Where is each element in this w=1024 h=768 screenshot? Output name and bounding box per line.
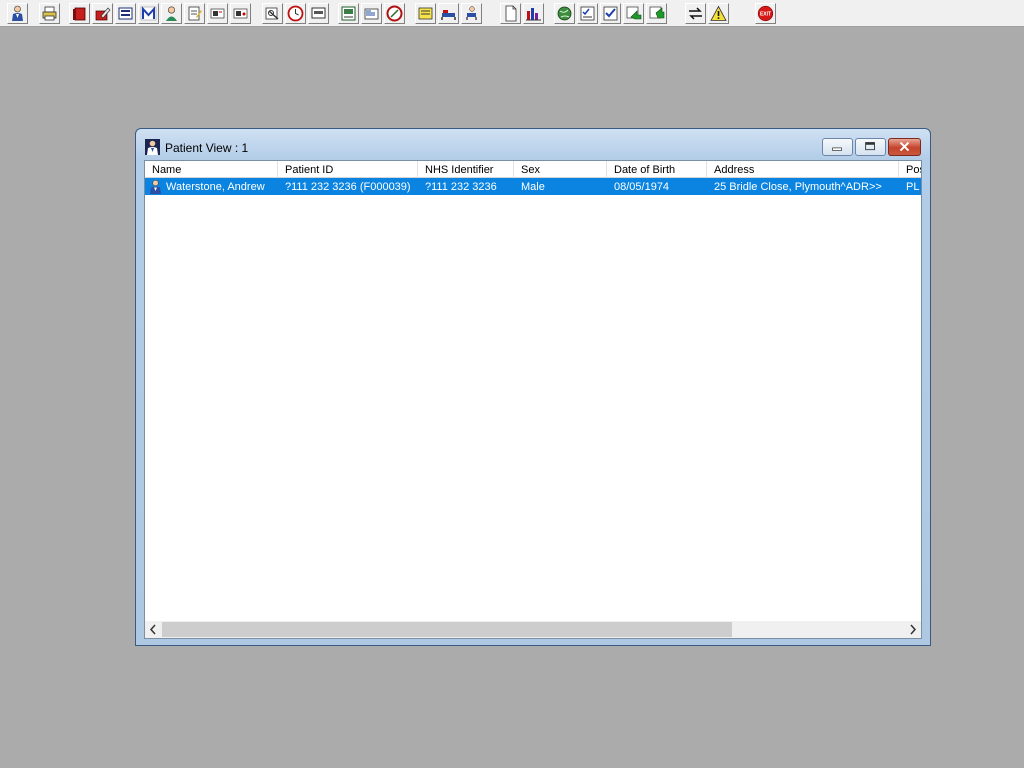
chair-icon[interactable]	[461, 3, 482, 24]
column-header-postcode[interactable]: Pos	[899, 161, 921, 178]
window-title: Patient View : 1	[165, 141, 249, 155]
column-header-name[interactable]: Name	[145, 161, 278, 178]
cell-patient-id: ?111 232 3236 (F000039)	[285, 181, 411, 193]
scroll-left-icon[interactable]	[145, 621, 162, 638]
exit-label: EXIT	[760, 12, 771, 18]
sync-green-icon[interactable]	[623, 3, 644, 24]
cell-postcode: PL	[906, 181, 920, 193]
scroll-thumb[interactable]	[162, 622, 732, 637]
title-bar[interactable]: Patient View : 1	[136, 129, 930, 159]
mail-m-icon[interactable]	[138, 3, 159, 24]
refresh-green-icon[interactable]	[646, 3, 667, 24]
clinician-icon[interactable]	[161, 3, 182, 24]
main-toolbar: EXIT	[0, 0, 1024, 27]
flag-alt-icon[interactable]	[230, 3, 251, 24]
exit-icon[interactable]: EXIT	[755, 3, 776, 24]
column-header-address[interactable]: Address	[707, 161, 899, 178]
note-yellow-icon[interactable]	[415, 3, 436, 24]
column-headers: Name Patient ID NHS Identifier Sex Date …	[145, 161, 921, 178]
clock-icon[interactable]	[285, 3, 306, 24]
maximize-button[interactable]	[855, 138, 886, 156]
patient-window-icon	[145, 139, 160, 155]
scroll-right-icon[interactable]	[904, 621, 921, 638]
bar-chart-icon[interactable]	[523, 3, 544, 24]
cell-address: 25 Bridle Close, Plymouth^ADR>>	[714, 181, 882, 193]
close-button[interactable]	[888, 138, 921, 156]
search-records-icon[interactable]	[262, 3, 283, 24]
patient-view-window: Patient View : 1 Name Patient ID NHS Ide…	[135, 128, 931, 646]
cell-date-of-birth: 08/05/1974	[614, 181, 670, 193]
hospital-bed-icon[interactable]	[438, 3, 459, 24]
checklist-icon[interactable]	[577, 3, 598, 24]
edit-record-icon[interactable]	[92, 3, 113, 24]
printer-icon[interactable]	[39, 3, 60, 24]
stop-icon[interactable]	[384, 3, 405, 24]
cell-nhs-identifier: ?111 232 3236	[425, 181, 497, 193]
patient-list: Name Patient ID NHS Identifier Sex Date …	[144, 160, 922, 639]
column-header-sex[interactable]: Sex	[514, 161, 607, 178]
warning-icon[interactable]	[708, 3, 729, 24]
monitor-icon[interactable]	[308, 3, 329, 24]
column-header-patient-id[interactable]: Patient ID	[278, 161, 418, 178]
column-header-date-of-birth[interactable]: Date of Birth	[607, 161, 707, 178]
globe-icon[interactable]	[554, 3, 575, 24]
document-icon[interactable]	[500, 3, 521, 24]
patient-icon[interactable]	[7, 3, 28, 24]
horizontal-scrollbar[interactable]	[145, 621, 921, 638]
letter-icon[interactable]	[361, 3, 382, 24]
column-header-nhs-identifier[interactable]: NHS Identifier	[418, 161, 514, 178]
table-row[interactable]: Waterstone, Andrew ?111 232 3236 (F00003…	[145, 178, 921, 195]
flag-icon[interactable]	[207, 3, 228, 24]
notepad-icon[interactable]	[184, 3, 205, 24]
cell-name: Waterstone, Andrew	[166, 181, 265, 193]
transfer-arrows-icon[interactable]	[685, 3, 706, 24]
cell-sex: Male	[521, 181, 545, 193]
checklist-blue-icon[interactable]	[600, 3, 621, 24]
book-icon[interactable]	[69, 3, 90, 24]
list-view-icon[interactable]	[115, 3, 136, 24]
results-icon[interactable]	[338, 3, 359, 24]
minimize-button[interactable]	[822, 138, 853, 156]
